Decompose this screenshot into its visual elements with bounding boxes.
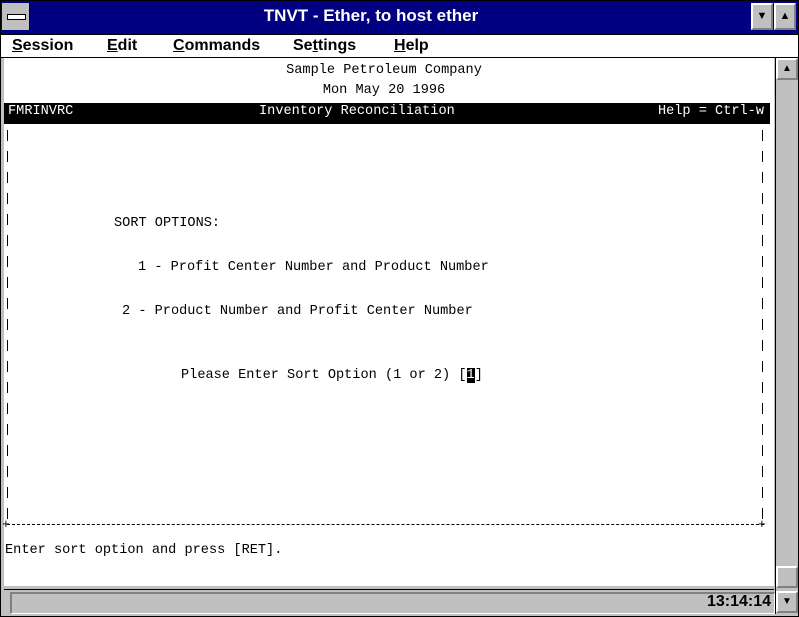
screen-date: Mon May 20 1996 [322,83,446,98]
status-panel [10,592,775,614]
bottom-status-bar: 13:14:14 [4,589,775,615]
left-dashed-border [7,130,8,520]
sort-option-2: 2 - Product Number and Profit Center Num… [122,304,473,319]
menu-edit[interactable]: Edit [107,37,137,55]
sort-option-1: 1 - Profit Center Number and Product Num… [138,260,489,275]
maximize-button[interactable]: ▲ [774,3,796,30]
system-menu-icon [7,14,26,20]
terminal-window: TNVT - Ether, to host ether ▼ ▲ Session … [0,0,799,617]
terminal-screen[interactable]: Sample Petroleum Company Mon May 20 1996… [2,58,774,586]
menu-bar: Session Edit Commands Settings Help [1,35,798,58]
window-title: TNVT - Ether, to host ether [263,6,479,25]
status-message: Enter sort option and press [RET]. [5,543,283,558]
sort-options-heading: SORT OPTIONS: [114,216,221,231]
scroll-up-button[interactable]: ▲ [776,58,798,80]
menu-settings[interactable]: Settings [293,37,356,55]
screen-title: Inventory Reconciliation [259,104,455,119]
menu-commands[interactable]: Commands [173,37,260,55]
system-menu-button[interactable] [2,3,30,30]
title-bar[interactable]: TNVT - Ether, to host ether ▼ ▲ [1,1,798,35]
minimize-button[interactable]: ▼ [751,3,773,30]
clock: 13:14:14 [706,593,771,610]
menu-help[interactable]: Help [394,37,429,55]
vertical-scrollbar[interactable]: ▲ ▼ [775,58,798,614]
menu-session[interactable]: Session [12,37,73,55]
bottom-dashed-rule [7,524,764,525]
right-dashed-border [762,130,763,520]
scroll-thumb[interactable] [776,566,798,588]
sort-option-input[interactable]: 1 [466,368,475,383]
sort-option-prompt: Please Enter Sort Option (1 or 2) [1] [181,368,483,383]
screen-header-bar: FMRINVRC Inventory Reconciliation Help =… [4,103,770,124]
screen-id: FMRINVRC [8,104,74,119]
help-hint: Help = Ctrl-w [657,104,764,119]
scroll-down-button[interactable]: ▼ [776,591,798,613]
company-name: Sample Petroleum Company [286,63,482,78]
corner-right: + [758,517,766,532]
